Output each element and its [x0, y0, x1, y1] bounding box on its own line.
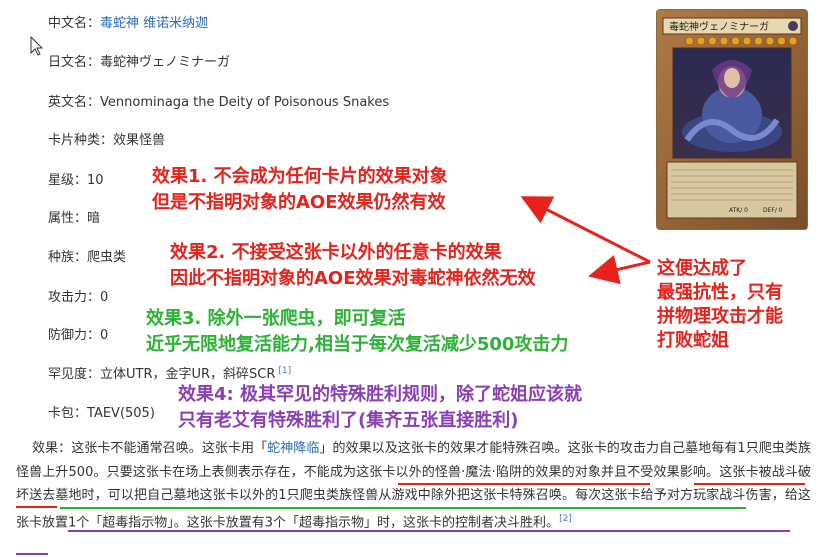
annotation-underlines — [16, 483, 805, 555]
